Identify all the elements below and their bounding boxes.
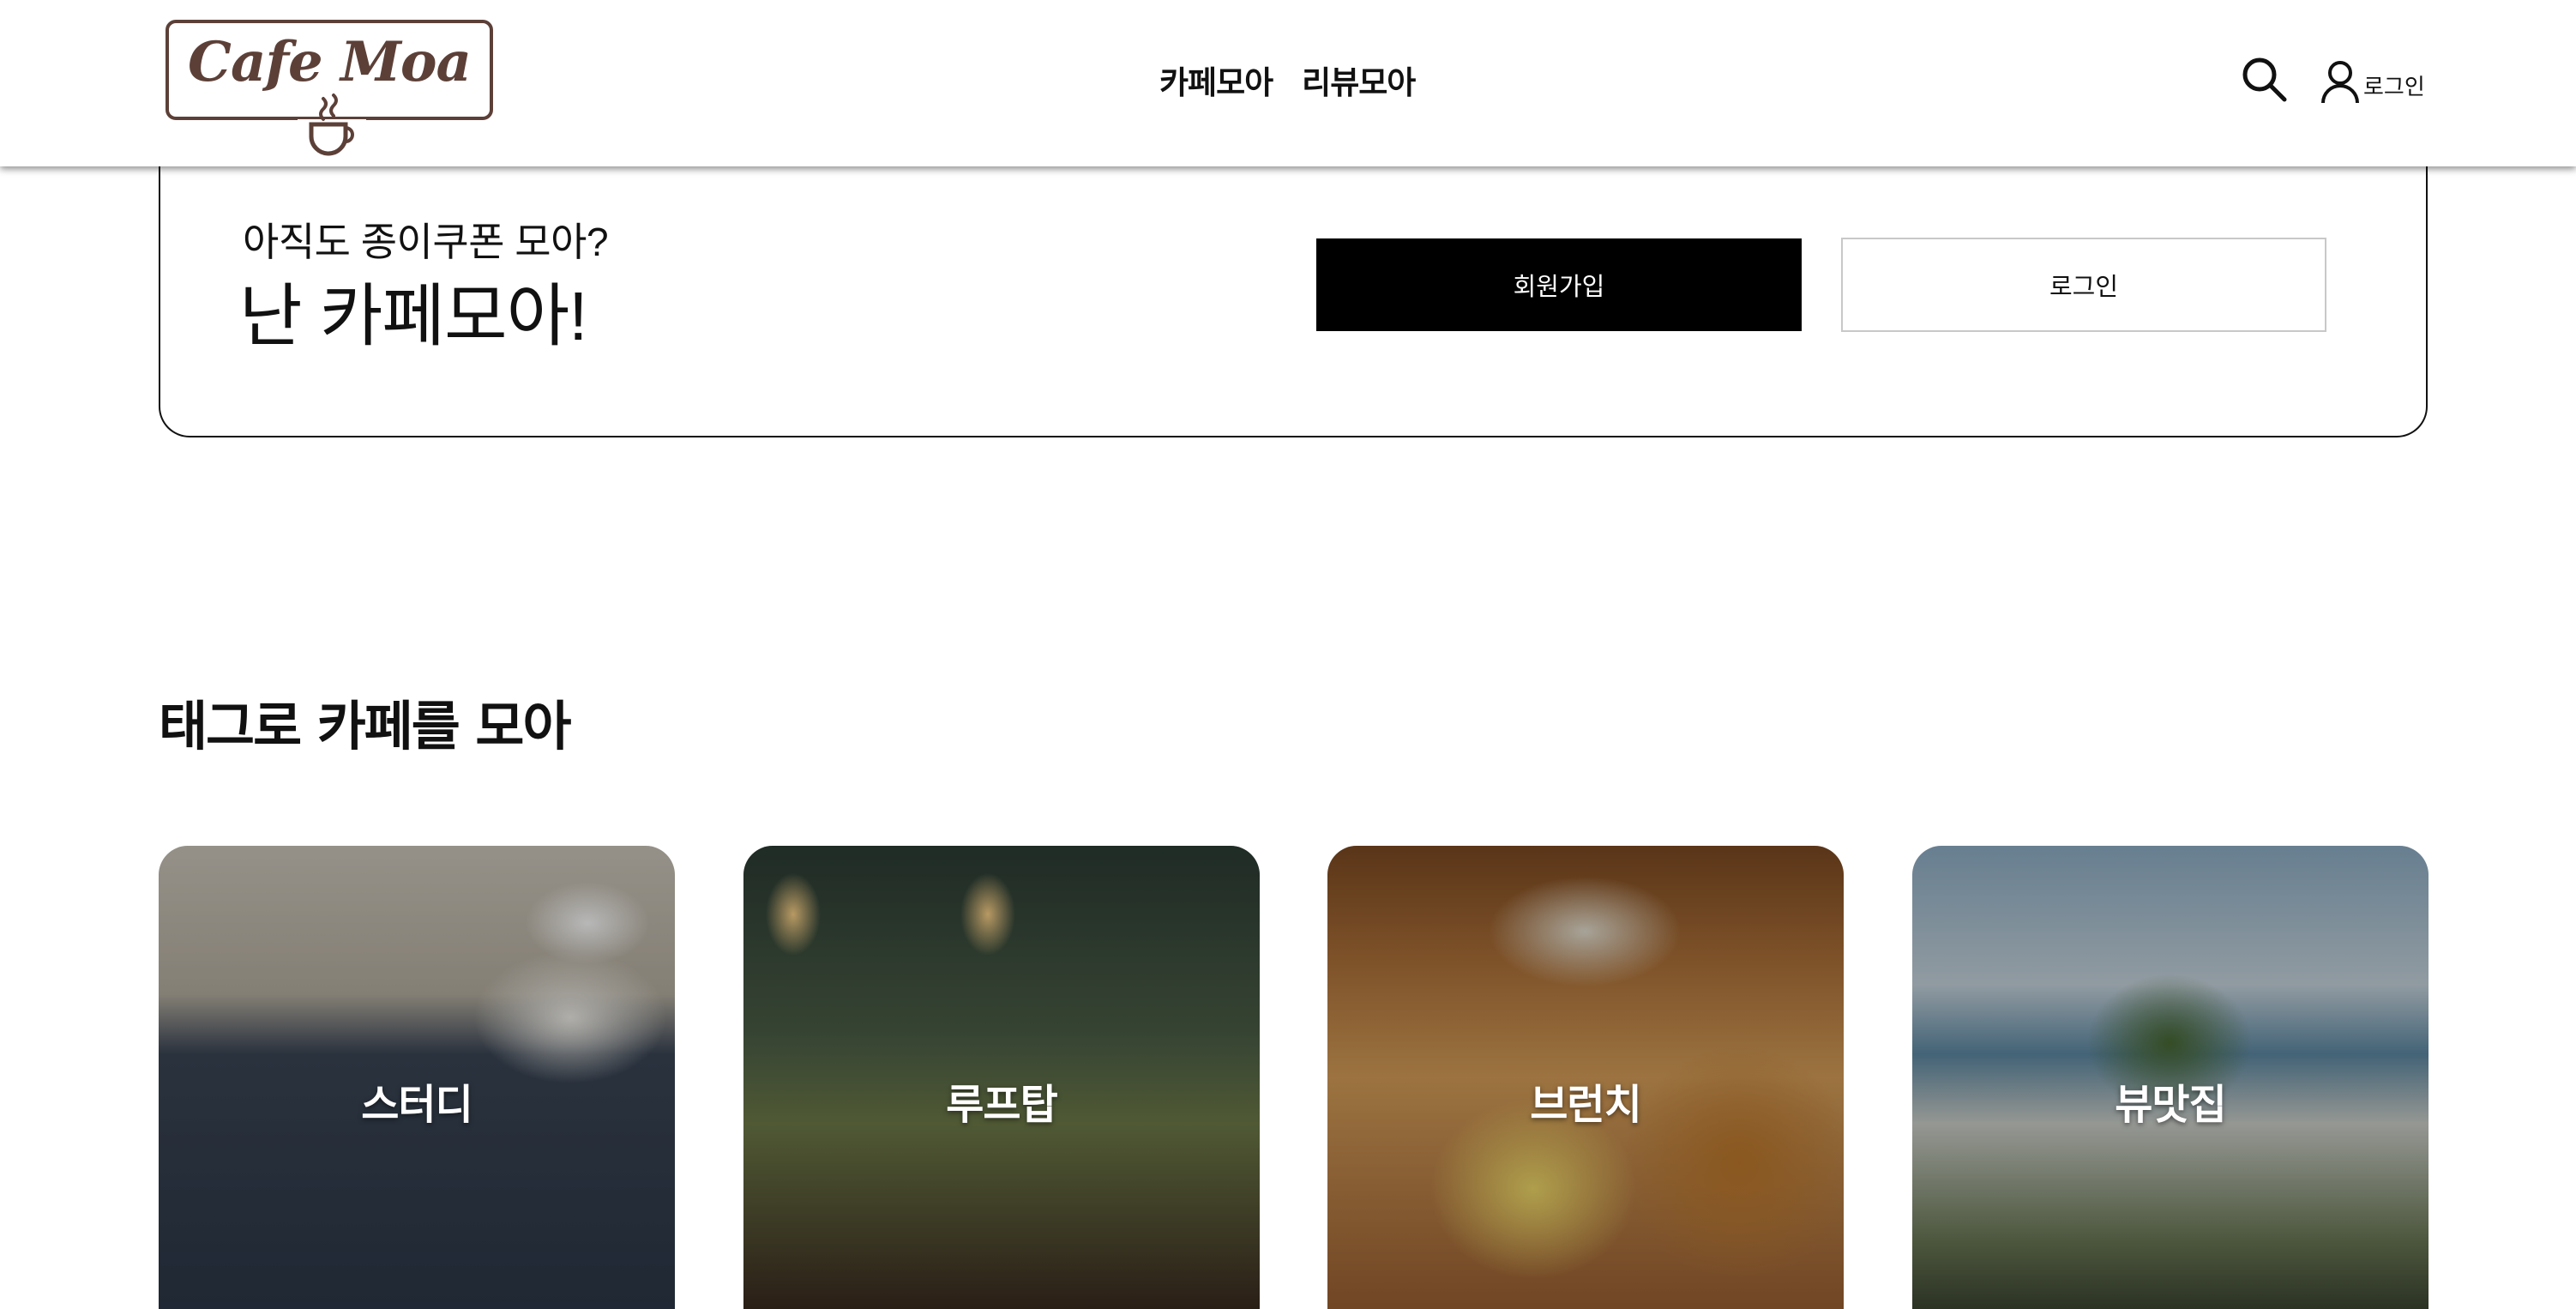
login-button[interactable]: 로그인: [1841, 238, 2326, 332]
signup-button[interactable]: 회원가입: [1316, 238, 1802, 331]
promo-title: 난 카페모아!: [239, 278, 587, 354]
tag-label: 스터디: [361, 1081, 472, 1129]
header-login-link[interactable]: 로그인: [2320, 57, 2425, 105]
header-login-label: 로그인: [2363, 75, 2425, 100]
cafe-moa-logo[interactable]: Cafe Moa: [166, 20, 493, 156]
promo-subtitle: 아직도 종이쿠폰 모아?: [243, 220, 609, 264]
tag-card-study[interactable]: 스터디: [159, 846, 675, 1309]
tag-card-brunch[interactable]: 브런치: [1327, 846, 1844, 1309]
nav-review-moa[interactable]: 리뷰모아: [1302, 57, 1416, 103]
tag-card-rooftop[interactable]: 루프탑: [743, 846, 1260, 1309]
logo-wordmark: Cafe Moa: [188, 30, 472, 94]
user-icon: [2321, 61, 2359, 104]
main-nav: 카페모아 리뷰모아: [1159, 57, 1416, 103]
tag-label: 뷰맛집: [2115, 1081, 2226, 1129]
coffee-cup-icon: [309, 94, 354, 156]
site-header: Cafe Moa 카페모아 리뷰모아 로그인: [0, 0, 2576, 166]
tag-label: 브런치: [1530, 1081, 1641, 1129]
section-title: 태그로 카페를 모아: [159, 695, 571, 757]
promo-banner: 아직도 종이쿠폰 모아? 난 카페모아! 회원가입 로그인: [159, 129, 2428, 437]
tag-card-view[interactable]: 뷰맛집: [1912, 846, 2429, 1309]
search-icon[interactable]: [2240, 55, 2288, 103]
nav-cafe-moa[interactable]: 카페모아: [1159, 57, 1273, 103]
tag-label: 루프탑: [946, 1081, 1057, 1129]
